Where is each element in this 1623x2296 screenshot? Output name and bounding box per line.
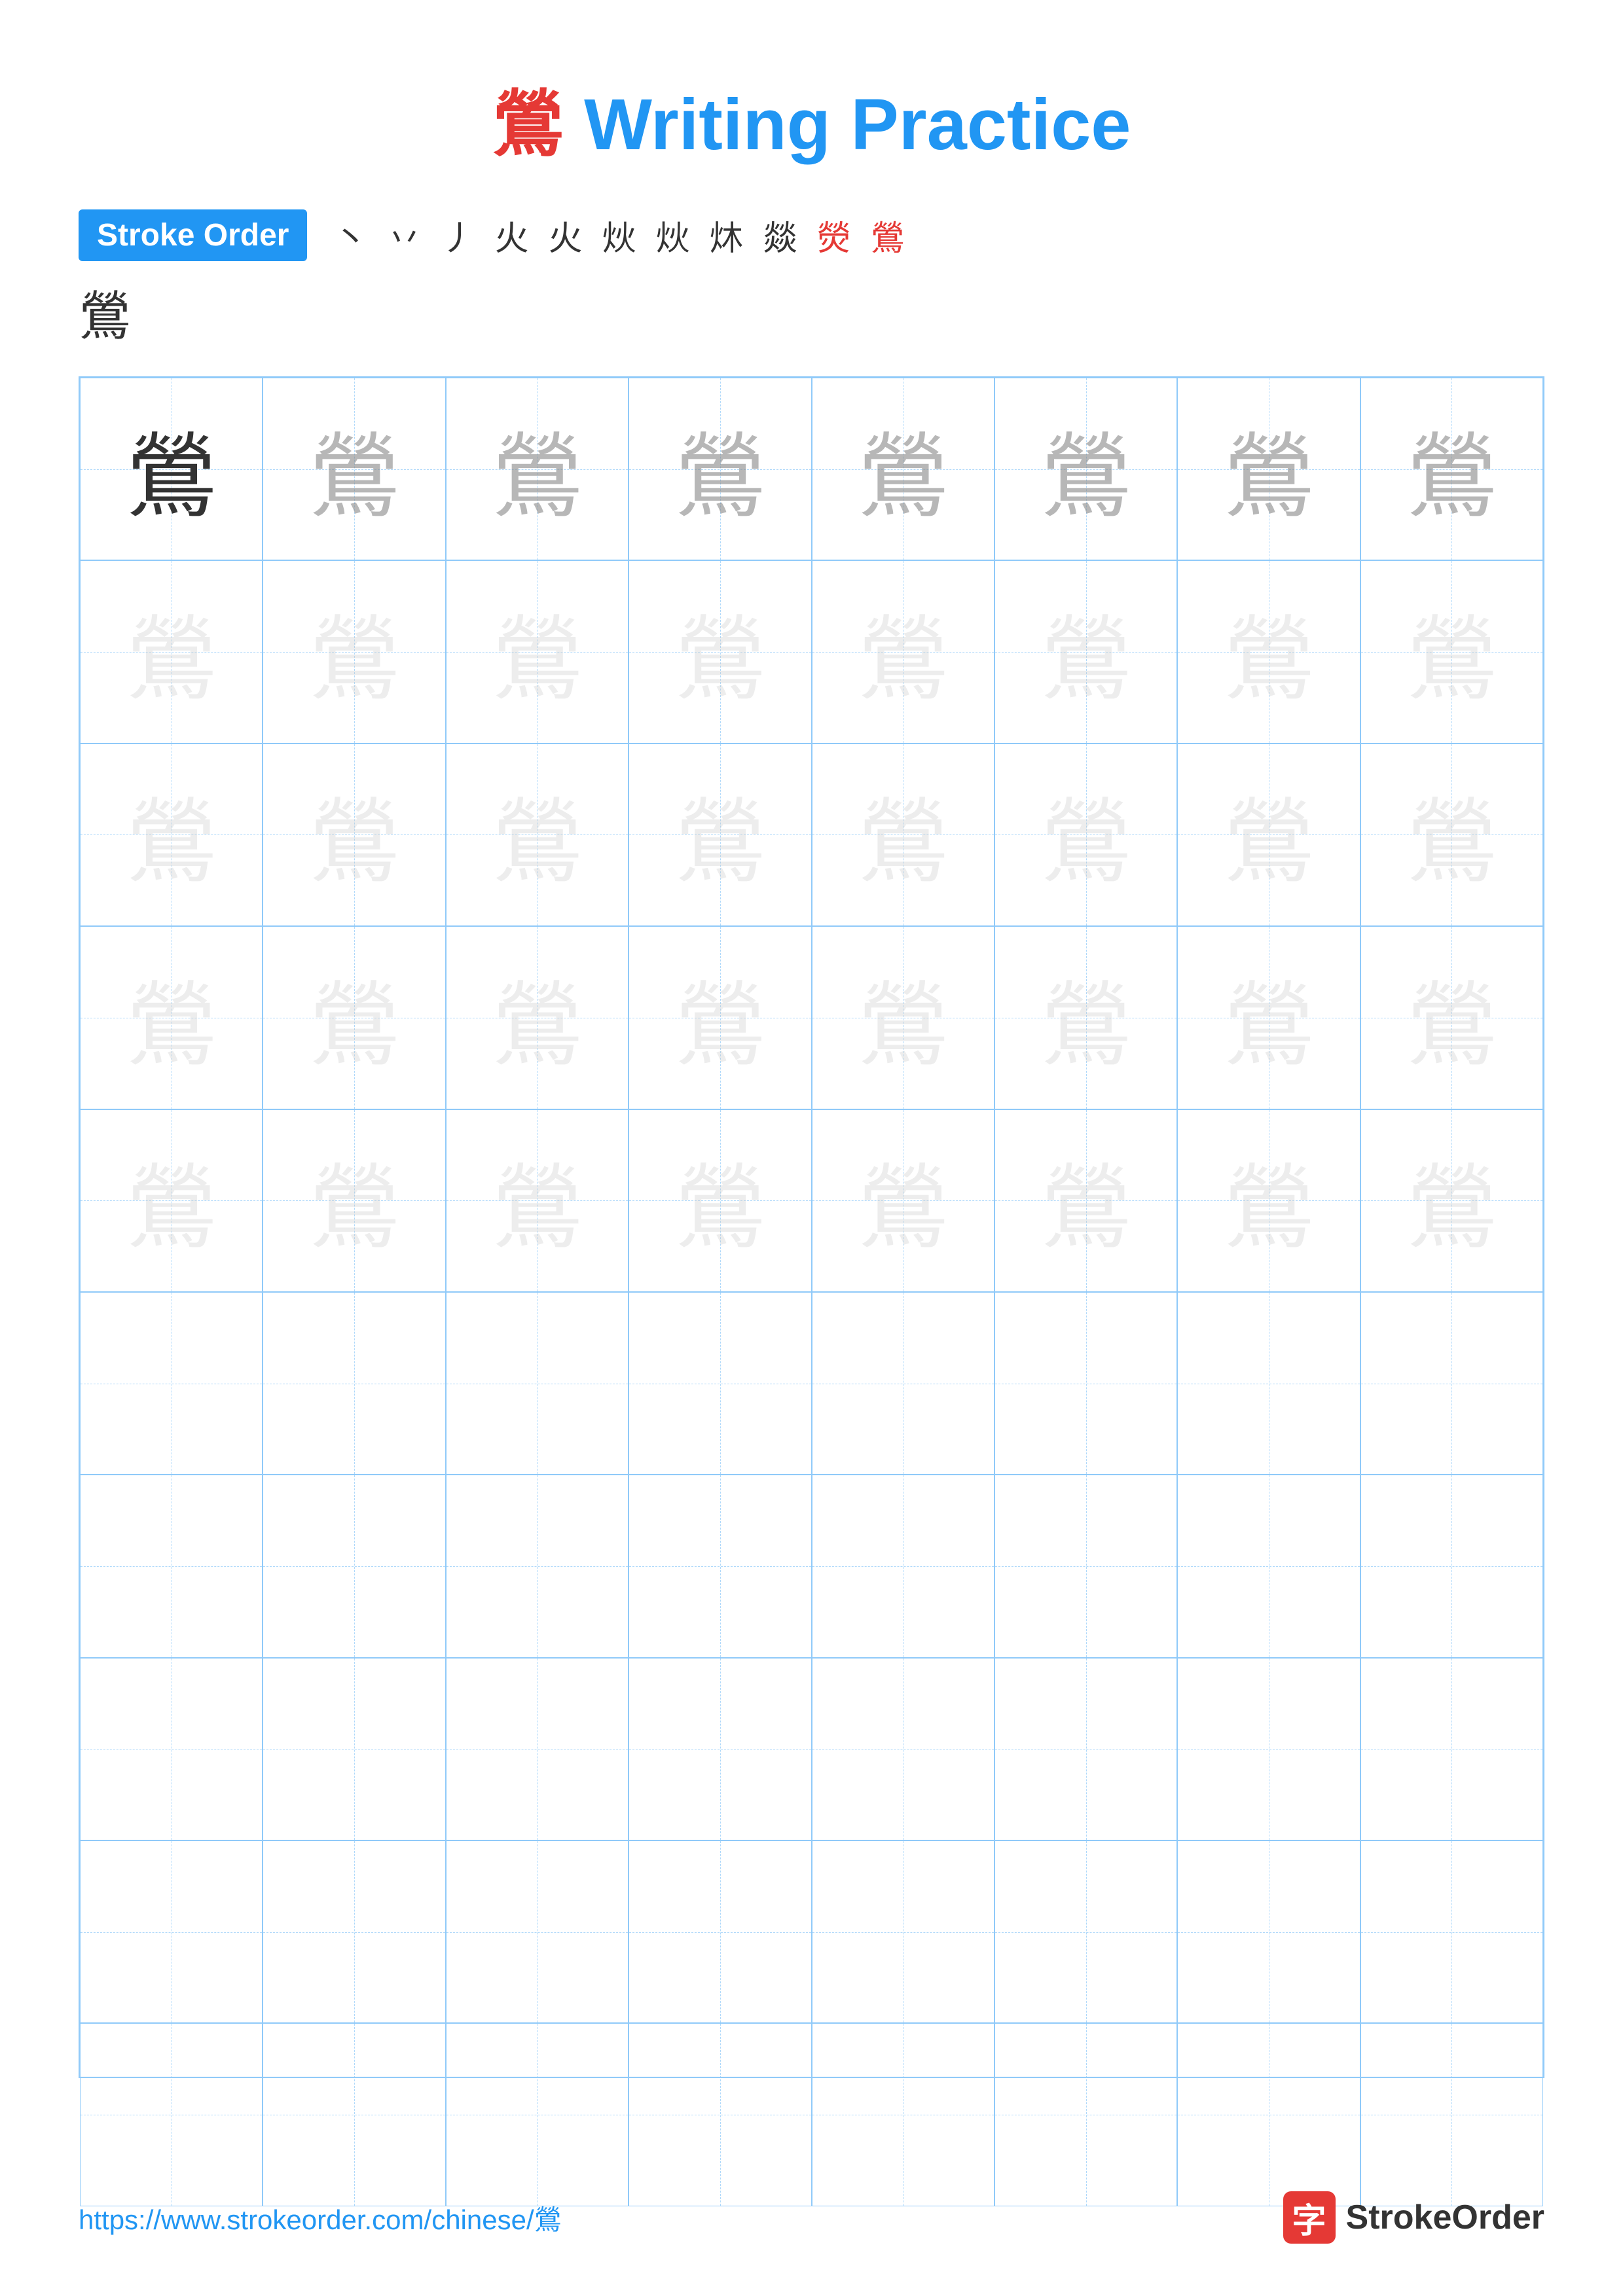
final-char-display: 鶯 (79, 274, 1544, 350)
footer-logo: 字 StrokeOrder (1283, 2191, 1544, 2244)
grid-cell[interactable] (994, 1475, 1177, 1657)
grid-cell[interactable]: 鶯 (629, 744, 811, 926)
grid-cell[interactable] (263, 1475, 445, 1657)
grid-cell[interactable]: 鶯 (1360, 1109, 1543, 1292)
grid-cell[interactable] (263, 1658, 445, 1840)
grid-cell[interactable] (812, 1658, 994, 1840)
grid-cell[interactable]: 鶯 (812, 560, 994, 743)
grid-cell[interactable]: 鶯 (1360, 926, 1543, 1109)
grid-cell[interactable] (1360, 1840, 1543, 2023)
grid-cell[interactable]: 鶯 (1177, 1109, 1360, 1292)
grid-cell[interactable]: 鶯 (263, 926, 445, 1109)
grid-cell[interactable] (446, 1292, 629, 1475)
stroke-steps: 丶 丷 丿 火 火 炏 炏 炑 燚 熒 鶯 (333, 211, 904, 260)
grid-cell[interactable] (812, 1840, 994, 2023)
grid-cell[interactable] (812, 1292, 994, 1475)
grid-cell[interactable]: 鶯 (446, 378, 629, 560)
grid-cell[interactable] (1360, 2023, 1543, 2206)
grid-cell[interactable] (994, 1840, 1177, 2023)
grid-cell[interactable]: 鶯 (1177, 560, 1360, 743)
grid-cell[interactable] (1360, 1292, 1543, 1475)
grid-cell[interactable]: 鶯 (629, 926, 811, 1109)
grid-cell[interactable]: 鶯 (994, 378, 1177, 560)
footer: https://www.strokeorder.com/chinese/鶯 字 … (79, 2191, 1544, 2244)
stroke-order-badge: Stroke Order (79, 209, 307, 261)
grid-cell[interactable]: 鶯 (446, 1109, 629, 1292)
grid-cell[interactable] (80, 2023, 263, 2206)
practice-grid: 鶯 鶯 鶯 鶯 鶯 鶯 鶯 鶯 鶯 鶯 鶯 鶯 鶯 鶯 鶯 鶯 鶯 鶯 鶯 鶯 … (79, 376, 1544, 2078)
grid-cell[interactable]: 鶯 (80, 378, 263, 560)
footer-logo-text: StrokeOrder (1346, 2198, 1544, 2237)
footer-logo-icon: 字 (1283, 2191, 1336, 2244)
grid-cell[interactable]: 鶯 (994, 744, 1177, 926)
grid-cell[interactable]: 鶯 (1360, 378, 1543, 560)
grid-cell[interactable]: 鶯 (80, 926, 263, 1109)
grid-cell[interactable] (629, 1475, 811, 1657)
footer-url[interactable]: https://www.strokeorder.com/chinese/鶯 (79, 2198, 562, 2238)
title-char: 鶯 (492, 85, 564, 165)
grid-cell[interactable] (812, 1475, 994, 1657)
grid-cell[interactable]: 鶯 (446, 744, 629, 926)
grid-cell[interactable] (1360, 1658, 1543, 1840)
grid-cell[interactable] (263, 1840, 445, 2023)
grid-cell[interactable] (629, 1840, 811, 2023)
grid-cell[interactable]: 鶯 (994, 926, 1177, 1109)
grid-cell[interactable]: 鶯 (263, 1109, 445, 1292)
grid-cell[interactable] (994, 2023, 1177, 2206)
grid-cell[interactable]: 鶯 (446, 560, 629, 743)
page-title: 鶯 Writing Practice (79, 65, 1544, 170)
grid-cell[interactable] (446, 1840, 629, 2023)
grid-cell[interactable]: 鶯 (629, 378, 811, 560)
grid-cell[interactable] (1177, 1292, 1360, 1475)
grid-cell[interactable] (263, 2023, 445, 2206)
grid-cell[interactable]: 鶯 (994, 1109, 1177, 1292)
grid-cell[interactable] (994, 1292, 1177, 1475)
grid-cell[interactable] (994, 1658, 1177, 1840)
grid-cell[interactable]: 鶯 (812, 744, 994, 926)
grid-cell[interactable] (1177, 1840, 1360, 2023)
grid-cell[interactable]: 鶯 (1177, 378, 1360, 560)
grid-cell[interactable]: 鶯 (629, 560, 811, 743)
grid-cell[interactable] (1177, 1475, 1360, 1657)
grid-cell[interactable] (1177, 1658, 1360, 1840)
grid-cell[interactable] (629, 1658, 811, 1840)
grid-cell[interactable]: 鶯 (629, 1109, 811, 1292)
grid-cell[interactable] (80, 1475, 263, 1657)
grid-cell[interactable]: 鶯 (263, 560, 445, 743)
page: 鶯 Writing Practice Stroke Order 丶 丷 丿 火 … (0, 0, 1623, 2296)
grid-cell[interactable] (263, 1292, 445, 1475)
grid-cell[interactable] (629, 1292, 811, 1475)
grid-cell[interactable]: 鶯 (812, 1109, 994, 1292)
grid-cell[interactable] (1177, 2023, 1360, 2206)
grid-cell[interactable] (80, 1658, 263, 1840)
grid-cell[interactable] (812, 2023, 994, 2206)
grid-cell[interactable]: 鶯 (80, 744, 263, 926)
grid-cell[interactable] (629, 2023, 811, 2206)
grid-cell[interactable]: 鶯 (80, 560, 263, 743)
grid-cell[interactable] (80, 1840, 263, 2023)
grid-cell[interactable]: 鶯 (1177, 926, 1360, 1109)
grid-cell[interactable]: 鶯 (812, 378, 994, 560)
title-section: 鶯 Writing Practice (79, 65, 1544, 170)
grid-cell[interactable] (446, 1475, 629, 1657)
stroke-order-section: Stroke Order 丶 丷 丿 火 火 炏 炏 炑 燚 熒 鶯 (79, 209, 1544, 261)
grid-cell[interactable]: 鶯 (994, 560, 1177, 743)
grid-cell[interactable]: 鶯 (263, 378, 445, 560)
grid-cell[interactable] (1360, 1475, 1543, 1657)
grid-cell[interactable] (80, 1292, 263, 1475)
grid-cell[interactable]: 鶯 (1360, 560, 1543, 743)
title-label: Writing Practice (584, 84, 1131, 165)
grid-cell[interactable] (446, 2023, 629, 2206)
grid-cell[interactable]: 鶯 (446, 926, 629, 1109)
grid-cell[interactable]: 鶯 (812, 926, 994, 1109)
grid-cell[interactable]: 鶯 (1177, 744, 1360, 926)
grid-cell[interactable]: 鶯 (80, 1109, 263, 1292)
grid-cell[interactable]: 鶯 (263, 744, 445, 926)
grid-cell[interactable]: 鶯 (1360, 744, 1543, 926)
grid-cell[interactable] (446, 1658, 629, 1840)
